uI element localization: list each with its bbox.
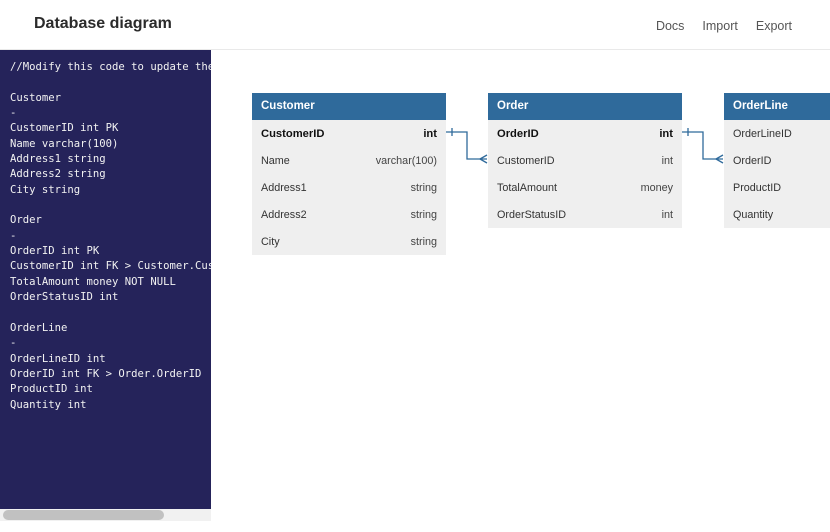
code-line: ProductID int: [10, 383, 93, 396]
column-name: CustomerID: [497, 154, 555, 167]
column-name: ProductID: [733, 181, 782, 194]
table-header[interactable]: OrderLine: [724, 93, 830, 120]
column-type: int: [423, 127, 437, 140]
table-row[interactable]: City string: [252, 228, 446, 255]
code-line: OrderLineID int: [10, 352, 106, 365]
table-orderline[interactable]: OrderLine OrderLineID OrderID ProductID Quan…: [724, 93, 830, 228]
column-type: money: [640, 181, 673, 194]
code-line: City string: [10, 183, 81, 196]
table-row[interactable]: Quantity: [724, 201, 830, 228]
column-type: varchar(100): [375, 154, 437, 167]
table-row[interactable]: Address1 string: [252, 174, 446, 201]
code-line: //Modify this code to update the DB sche…: [10, 61, 211, 73]
table-customer[interactable]: Customer CustomerID int Name varchar(100) Add…: [252, 93, 446, 255]
diagram-canvas[interactable]: Customer CustomerID int Name varchar(100) Add…: [211, 51, 830, 532]
column-name: City: [261, 235, 280, 248]
code-line: Order: [10, 214, 42, 227]
column-type: string: [410, 181, 437, 194]
app-header: Database diagram Docs Import Export: [0, 0, 830, 50]
column-type: int: [659, 127, 673, 140]
column-name: Address2: [261, 208, 307, 221]
column-type: int: [661, 208, 673, 221]
code-line: OrderLine: [10, 321, 68, 334]
code-line: TotalAmount money NOT NULL: [10, 275, 176, 288]
code-text[interactable]: //Modify this code to update the DB sche…: [10, 60, 211, 413]
column-name: OrderLineID: [733, 127, 792, 140]
table-row[interactable]: OrderLineID: [724, 120, 830, 147]
code-line: OrderID int FK > Order.OrderID: [10, 367, 202, 380]
table-row[interactable]: TotalAmount money: [488, 174, 682, 201]
table-row[interactable]: OrderID int: [488, 120, 682, 147]
column-name: OrderStatusID: [497, 208, 567, 221]
table-row[interactable]: OrderID: [724, 147, 830, 174]
table-header[interactable]: Customer: [252, 93, 446, 120]
column-type: int: [661, 154, 673, 167]
code-line: OrderID int PK: [10, 245, 100, 258]
table-row[interactable]: CustomerID int: [252, 120, 446, 147]
table-order[interactable]: Order OrderID int CustomerID int TotalAmount m…: [488, 93, 682, 228]
column-name: OrderID: [733, 154, 772, 167]
table-header[interactable]: Order: [488, 93, 682, 120]
code-line: Name varchar(100): [10, 137, 119, 150]
schema-code-editor[interactable]: //Modify this code to update the DB sche…: [0, 50, 211, 509]
column-name: Address1: [261, 181, 307, 194]
column-type: string: [410, 235, 437, 248]
customer-order-connector: [446, 128, 488, 164]
code-line: -: [10, 229, 17, 242]
table-row[interactable]: ProductID: [724, 174, 830, 201]
code-line: Address1 string: [10, 153, 106, 166]
code-line: CustomerID int PK: [10, 122, 119, 135]
table-row[interactable]: Address2 string: [252, 201, 446, 228]
code-line: Quantity int: [10, 398, 87, 411]
table-row[interactable]: OrderStatusID int: [488, 201, 682, 228]
table-row[interactable]: Name varchar(100): [252, 147, 446, 174]
column-name: Name: [261, 154, 290, 167]
code-line: -: [10, 337, 17, 350]
order-orderline-connector: [682, 128, 724, 164]
column-name: Quantity: [733, 208, 774, 221]
column-name: OrderID: [497, 127, 539, 140]
top-nav: Docs Import Export: [656, 19, 792, 33]
column-name: TotalAmount: [497, 181, 558, 194]
code-line: CustomerID int FK > Customer.CustomerID: [10, 260, 211, 273]
scrollbar-thumb[interactable]: [3, 510, 164, 520]
nav-export-link[interactable]: Export: [756, 19, 792, 33]
nav-docs-link[interactable]: Docs: [656, 19, 684, 33]
column-type: string: [410, 208, 437, 221]
code-line: OrderStatusID int: [10, 291, 119, 304]
code-line: Address2 string: [10, 168, 106, 181]
column-name: CustomerID: [261, 127, 325, 140]
code-line: Customer: [10, 91, 62, 104]
nav-import-link[interactable]: Import: [702, 19, 737, 33]
table-row[interactable]: CustomerID int: [488, 147, 682, 174]
editor-horizontal-scrollbar[interactable]: [0, 509, 211, 521]
app-title: Database diagram: [34, 15, 172, 32]
code-line: -: [10, 107, 17, 120]
